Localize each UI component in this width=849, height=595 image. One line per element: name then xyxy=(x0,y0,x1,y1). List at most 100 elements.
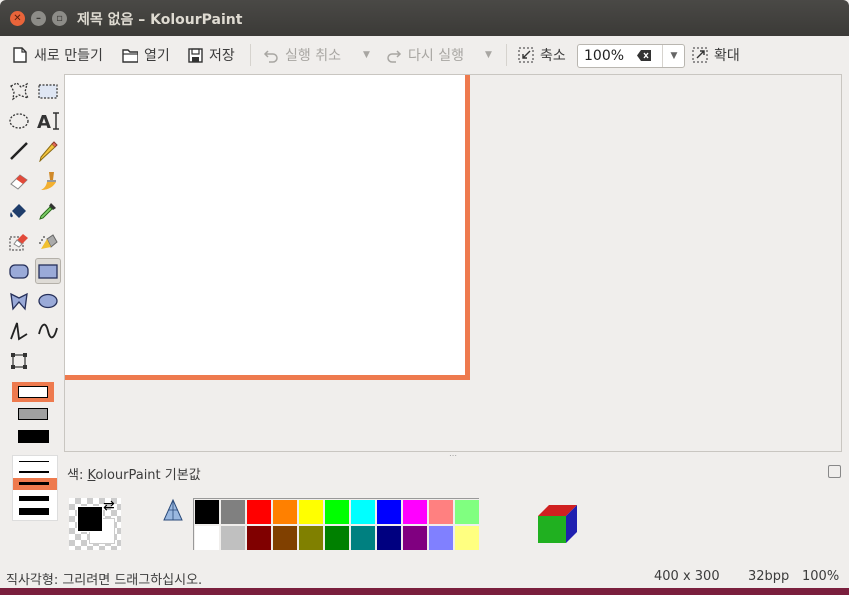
flood-fill-icon[interactable] xyxy=(6,198,32,224)
palette-swatch[interactable] xyxy=(454,525,480,551)
curve-icon[interactable] xyxy=(35,318,61,344)
redo-button[interactable]: 다시 실행 xyxy=(386,45,464,65)
palette-swatch[interactable] xyxy=(324,499,350,525)
drawing-canvas[interactable] xyxy=(65,75,465,375)
palette-swatch[interactable] xyxy=(454,499,480,525)
rectangle-icon[interactable] xyxy=(35,258,61,284)
status-image-size: 400 x 300 xyxy=(654,569,720,584)
polygon-icon[interactable] xyxy=(6,288,32,314)
fill-option-solid[interactable] xyxy=(18,430,49,443)
palette-swatch[interactable] xyxy=(194,499,220,525)
fill-option-outline[interactable] xyxy=(12,382,54,402)
palette-swatch[interactable] xyxy=(376,499,402,525)
foreground-color-swatch[interactable] xyxy=(77,506,103,532)
palette-swatch[interactable] xyxy=(272,525,298,551)
status-bar: 직사각형: 그리려면 드래그하십시오. 400 x 300 32bpp 100% xyxy=(0,566,849,588)
status-color-depth: 32bpp xyxy=(748,569,790,584)
brush-icon[interactable] xyxy=(35,168,61,194)
canvas-resize-handle-bottom[interactable] xyxy=(65,375,470,380)
connected-lines-icon[interactable] xyxy=(6,318,32,344)
3d-cube-icon xyxy=(537,504,579,544)
line-width-4[interactable] xyxy=(19,496,49,501)
zoom-in-label: 확대 xyxy=(714,48,740,64)
eraser-icon[interactable] xyxy=(6,168,32,194)
save-icon xyxy=(187,47,203,63)
canvas-resize-handle-right[interactable] xyxy=(465,75,470,380)
chevron-down-icon[interactable]: ▼ xyxy=(662,45,685,67)
open-button[interactable]: 열기 xyxy=(122,45,170,65)
panel-splitter-handle[interactable]: ⋯ xyxy=(449,452,459,460)
line-width-5[interactable] xyxy=(19,508,49,515)
dual-color-button[interactable]: ⇄ xyxy=(69,498,121,550)
color-similarity-icon[interactable] xyxy=(160,498,186,524)
palette-swatch[interactable] xyxy=(402,525,428,551)
elliptical-selection-icon[interactable] xyxy=(6,108,32,134)
swap-colors-icon[interactable]: ⇄ xyxy=(103,498,115,514)
zoom-in-button[interactable]: 확대 xyxy=(692,45,740,65)
new-button[interactable]: 새로 만들기 xyxy=(12,45,103,65)
fill-style-options xyxy=(12,382,56,446)
redo-button-label: 다시 실행 xyxy=(408,48,464,64)
toolbar-separator xyxy=(506,44,507,66)
rectangular-selection-icon[interactable] xyxy=(35,78,61,104)
free-form-selection-icon[interactable] xyxy=(6,78,32,104)
palette-swatch[interactable] xyxy=(350,525,376,551)
palette-swatch[interactable] xyxy=(376,525,402,551)
palette-swatch[interactable] xyxy=(428,499,454,525)
status-message: 직사각형: 그리려면 드래그하십시오. xyxy=(6,573,203,588)
spraycan-icon[interactable] xyxy=(35,228,61,254)
rounded-rectangle-icon[interactable] xyxy=(6,258,32,284)
undo-button-label: 실행 취소 xyxy=(285,48,341,64)
redo-dropdown[interactable]: ▼ xyxy=(485,45,492,65)
palette-swatch[interactable] xyxy=(428,525,454,551)
save-button[interactable]: 저장 xyxy=(187,45,235,65)
palette-swatch[interactable] xyxy=(246,525,272,551)
clear-icon[interactable] xyxy=(636,49,652,62)
undo-icon xyxy=(263,47,279,63)
kolourpaint-window: ✕ – ▫ 제목 없음 – KolourPaint 새로 만들기 열기 저장 실… xyxy=(0,0,849,595)
palette-swatch[interactable] xyxy=(220,525,246,551)
palette-swatch[interactable] xyxy=(220,499,246,525)
zoom-input[interactable]: 100% xyxy=(584,48,624,64)
palette-swatch[interactable] xyxy=(324,525,350,551)
undo-button[interactable]: 실행 취소 xyxy=(263,45,341,65)
svg-text:A: A xyxy=(37,112,51,132)
zoom-out-label: 축소 xyxy=(540,48,566,64)
color-eraser-icon[interactable] xyxy=(6,228,32,254)
zoom-out-icon xyxy=(518,47,534,63)
zoom-combobox[interactable]: 100% ▼ xyxy=(577,44,685,68)
palette-swatch[interactable] xyxy=(298,499,324,525)
palette-swatch[interactable] xyxy=(402,499,428,525)
close-window-button[interactable]: ✕ xyxy=(10,11,25,26)
color-box-label: 색: KolourPaint 기본값 xyxy=(67,464,201,483)
chevron-down-icon: ▼ xyxy=(485,50,492,60)
palette-swatch[interactable] xyxy=(350,499,376,525)
palette-swatch[interactable] xyxy=(194,525,220,551)
zoom-out-button[interactable]: 축소 xyxy=(518,45,566,65)
zoom-in-icon xyxy=(692,47,708,63)
line-width-1[interactable] xyxy=(19,461,49,462)
toolbar-separator xyxy=(250,44,251,66)
save-button-label: 저장 xyxy=(209,48,235,64)
minimize-window-button[interactable]: – xyxy=(31,11,46,26)
color-box-menu-icon[interactable] xyxy=(828,465,841,478)
line-width-3-selected[interactable] xyxy=(13,478,57,490)
main-toolbar: 새로 만들기 열기 저장 실행 취소 ▼ 다시 실행 ▼ 축소 100% ▼ 확… xyxy=(0,36,849,74)
palette-swatch[interactable] xyxy=(272,499,298,525)
palette-swatch[interactable] xyxy=(298,525,324,551)
line-width-2[interactable] xyxy=(19,471,49,473)
line-icon[interactable] xyxy=(6,138,32,164)
fill-option-outline-bg[interactable] xyxy=(18,408,48,420)
redo-icon xyxy=(386,47,402,63)
ellipse-icon[interactable] xyxy=(35,288,61,314)
palette-swatch[interactable] xyxy=(246,499,272,525)
chevron-down-icon: ▼ xyxy=(363,50,370,60)
undo-dropdown[interactable]: ▼ xyxy=(363,45,370,65)
color-picker-icon[interactable] xyxy=(35,198,61,224)
maximize-window-button[interactable]: ▫ xyxy=(52,11,67,26)
pen-icon[interactable] xyxy=(35,138,61,164)
folder-icon xyxy=(122,47,138,63)
resize-canvas-icon[interactable] xyxy=(6,348,32,374)
text-icon[interactable]: A xyxy=(35,108,61,134)
color-box-label-prefix: 색: xyxy=(67,468,88,483)
